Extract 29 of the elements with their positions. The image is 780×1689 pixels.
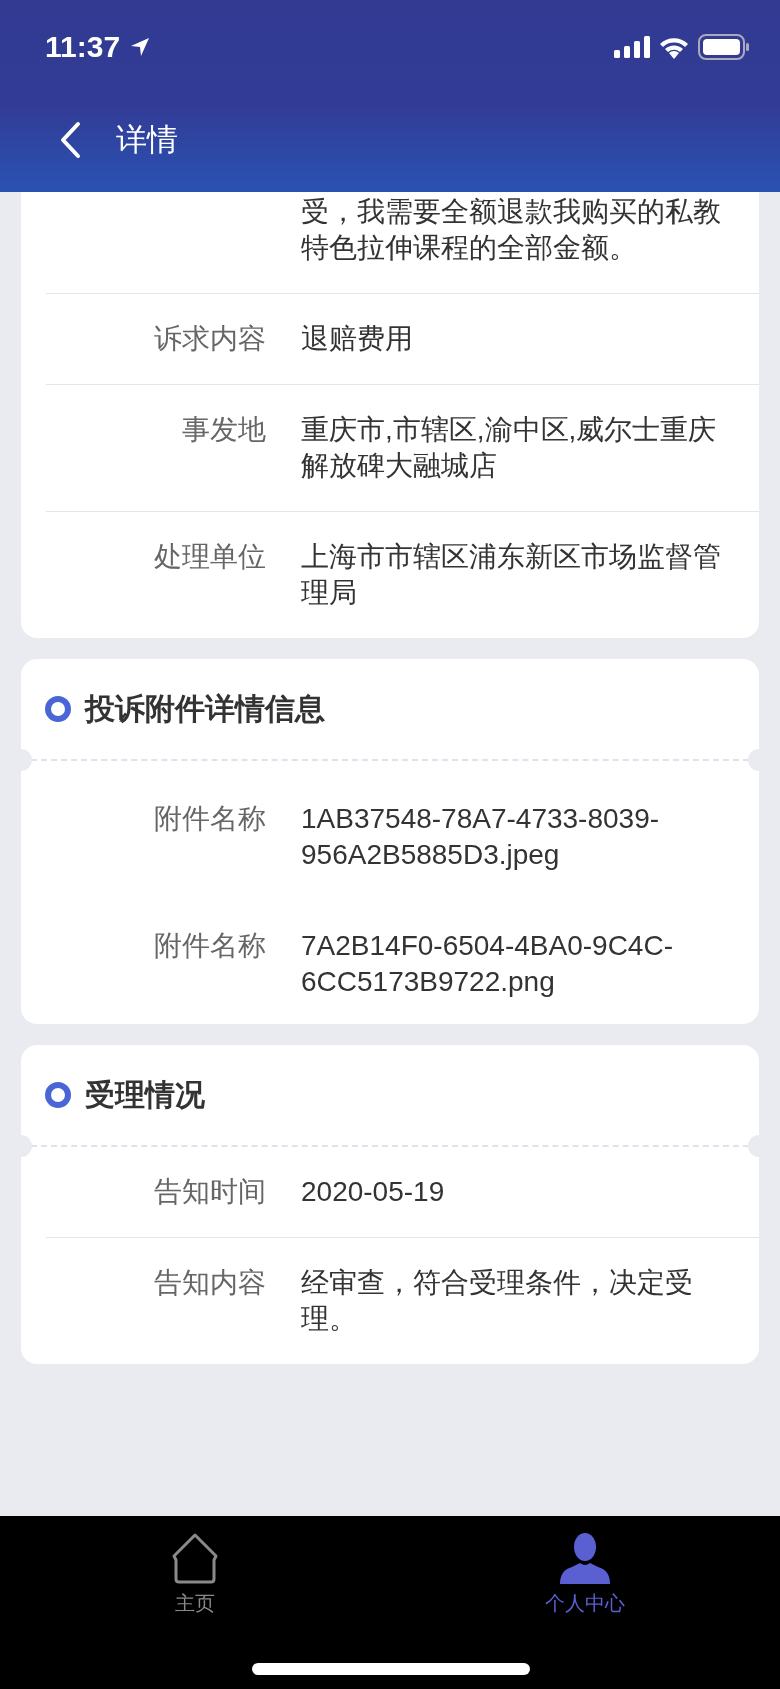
section-title: 投诉附件详情信息 (85, 689, 325, 728)
field-value: 上海市市辖区浦东新区市场监督管理局 (301, 540, 722, 610)
page-title: 详情 (116, 120, 178, 159)
field-label: 附件名称 (153, 929, 266, 963)
person-icon (558, 1532, 612, 1584)
field-value: 7A2B14F0-6504-4BA0-9C4C-6CC5173B9722.png (301, 929, 674, 999)
field-value: 重庆市,市辖区,渝中区,威尔士重庆解放碑大融城店 (301, 413, 718, 483)
signal-icon (614, 36, 650, 58)
field-label: 告知时间 (153, 1175, 266, 1209)
field-value: 经审查，符合受理条件，决定受理。 (301, 1266, 694, 1336)
ring-icon (45, 696, 71, 722)
ring-icon (45, 1082, 71, 1108)
tab-item[interactable]: 主页 (0, 1516, 390, 1617)
location-arrow-icon (130, 37, 151, 57)
field-value: 2020-05-19 (301, 1175, 446, 1209)
field-label: 事发地 (181, 413, 266, 447)
field-value: 1AB37548-78A7-4733-8039-956A2B5885D3.jpeg (301, 802, 661, 872)
field-value: 退赔费用 (301, 322, 414, 356)
status-time: 11:37 (45, 30, 121, 64)
back-icon[interactable] (58, 121, 82, 159)
field-label: 附件名称 (153, 802, 266, 836)
field-label: 诉求内容 (153, 322, 266, 356)
field-value: 受，我需要全额退款我购买的私教特色拉伸课程的全部金额。 (301, 195, 722, 265)
section-title: 受理情况 (85, 1075, 205, 1114)
field-label: 处理单位 (153, 540, 266, 574)
battery-icon (698, 34, 750, 60)
wifi-icon (658, 35, 690, 59)
field-label: 告知内容 (153, 1266, 266, 1300)
tab-item[interactable]: 个人中心 (390, 1516, 780, 1617)
